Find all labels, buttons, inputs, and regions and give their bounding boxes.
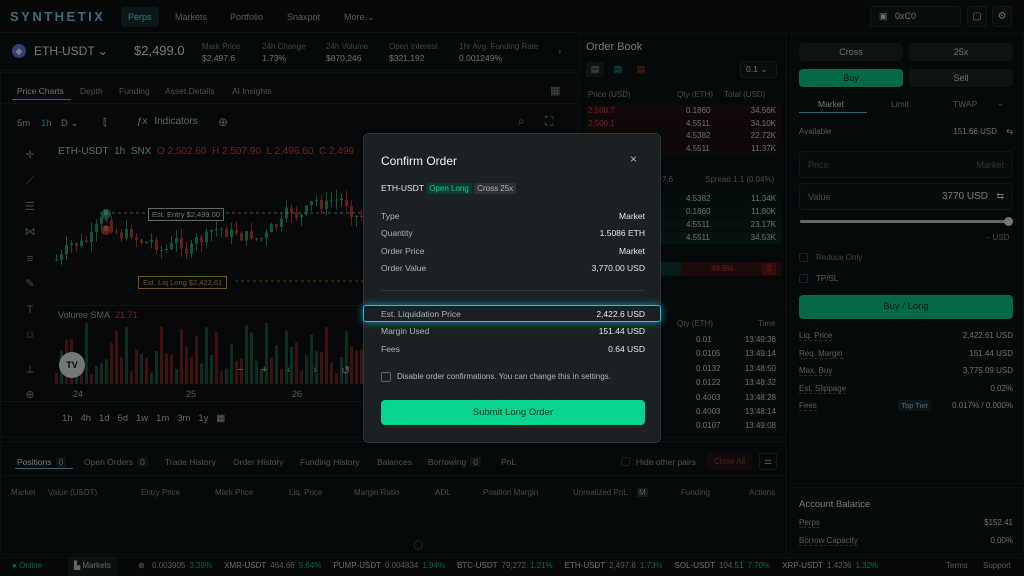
order-summary: ETH-USDT Open Long Cross 25x bbox=[381, 183, 517, 194]
submit-long-order-button[interactable]: Submit Long Order bbox=[381, 400, 645, 425]
detail-value: 3,770.00 USD bbox=[591, 262, 645, 273]
mode-badge: Cross 25x bbox=[474, 183, 517, 194]
detail-value: 0.64 USD bbox=[608, 344, 645, 354]
detail-label: Margin Used bbox=[381, 326, 430, 336]
confirm-order-dialog: Confirm Order × ETH-USDT Open Long Cross… bbox=[363, 133, 661, 443]
close-icon[interactable]: × bbox=[630, 152, 637, 166]
disable-confirm-label: Disable order confirmations. You can cha… bbox=[397, 372, 611, 381]
detail-value: Market bbox=[619, 211, 645, 221]
detail-label: Type bbox=[381, 211, 400, 221]
detail-value: 1.5086 ETH bbox=[599, 228, 645, 239]
divider bbox=[381, 290, 645, 291]
detail-label: Fees bbox=[381, 344, 400, 354]
modal-title: Confirm Order bbox=[381, 154, 458, 168]
disable-confirm-checkbox[interactable] bbox=[381, 372, 391, 382]
detail-value: 151.44 USD bbox=[598, 326, 645, 336]
detail-label: Order Value bbox=[381, 262, 427, 273]
detail-label: Quantity bbox=[381, 228, 413, 239]
detail-value: Market bbox=[619, 245, 645, 256]
side-badge: Open Long bbox=[426, 183, 472, 194]
detail-label: Order Price bbox=[381, 245, 425, 256]
